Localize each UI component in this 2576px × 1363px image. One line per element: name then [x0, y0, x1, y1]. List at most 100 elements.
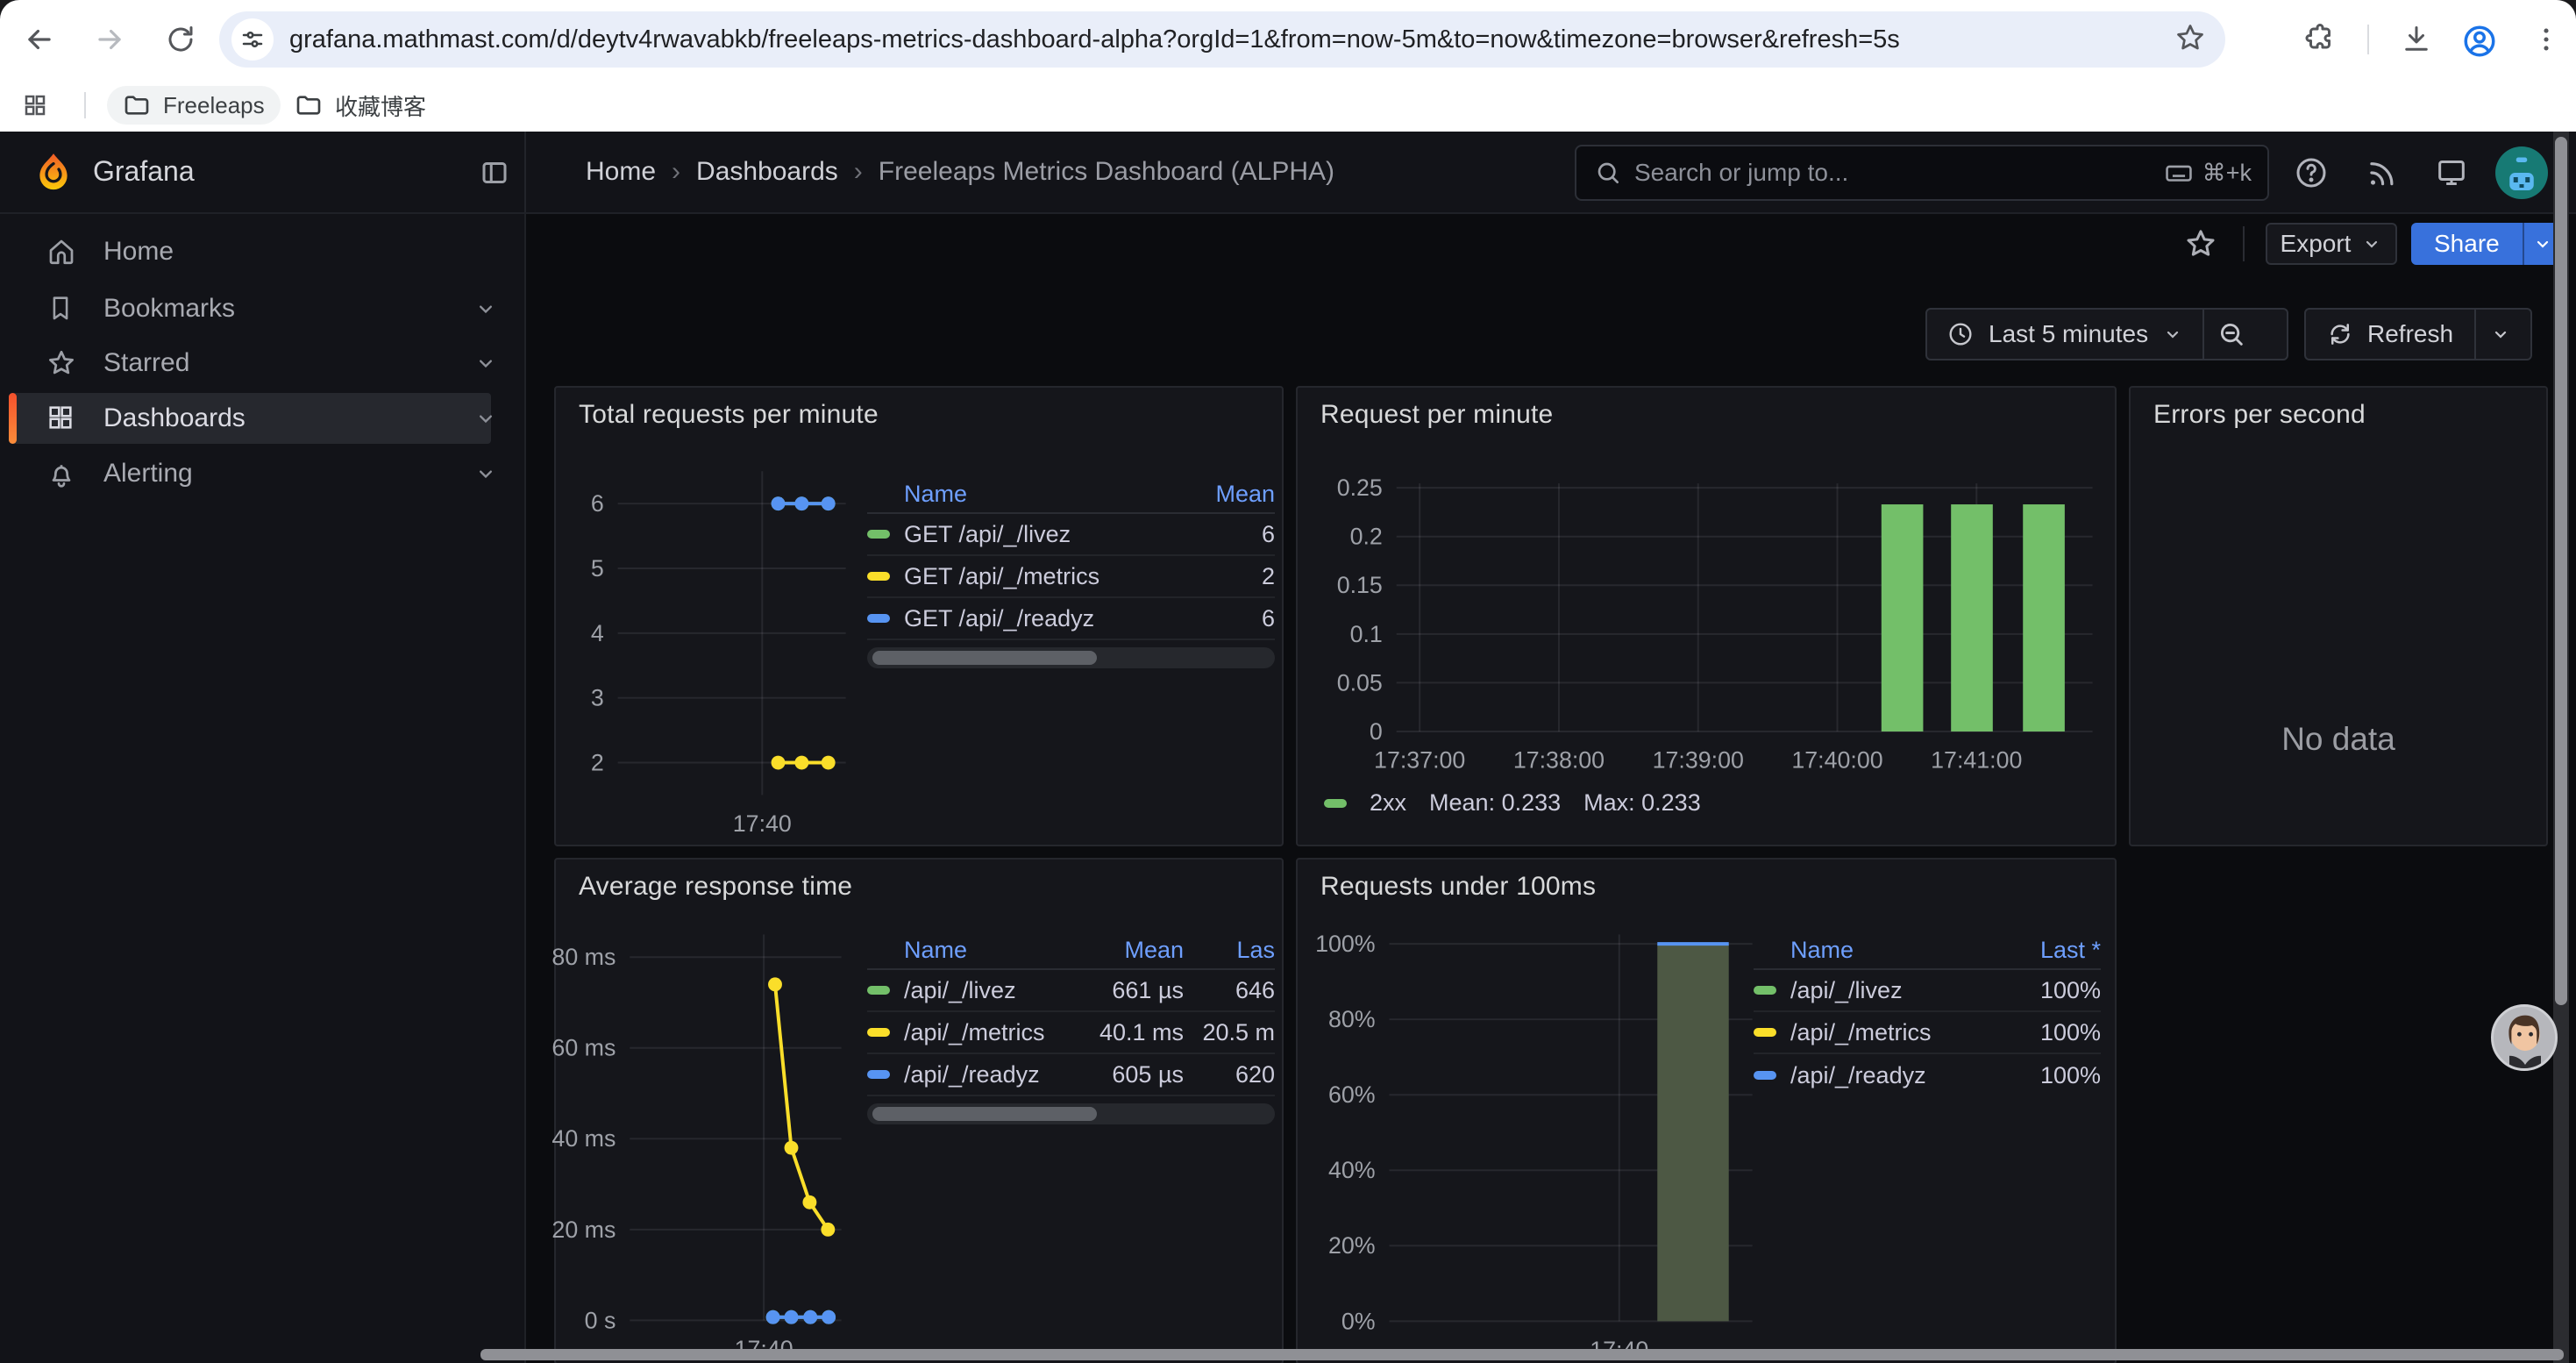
- search-placeholder: Search or jump to...: [1634, 159, 2164, 187]
- bookmark-star-icon[interactable]: [2174, 22, 2206, 58]
- grafana-logo-icon[interactable]: [32, 151, 75, 195]
- grafana-app: Grafana Home › Dashboards › Freeleaps Me…: [0, 132, 2576, 1363]
- scrollbar-thumb[interactable]: [872, 651, 1097, 665]
- rss-news-icon[interactable]: [2353, 132, 2409, 214]
- back-button[interactable]: [22, 22, 57, 57]
- search-input[interactable]: Search or jump to... ⌘+k: [1575, 145, 2269, 201]
- panel-request-per-minute: Request per minute 00.050.10.150.20.2517…: [1296, 386, 2117, 846]
- legend-table: Name Mean Las /api/_/livez 661 µs 646 /a…: [867, 931, 1275, 1124]
- user-avatar[interactable]: [2495, 146, 2548, 199]
- svg-text:0%: 0%: [1341, 1308, 1376, 1334]
- sidebar-item-home[interactable]: Home: [0, 226, 526, 277]
- legend-header[interactable]: Name Mean Las: [867, 931, 1275, 970]
- legend-row[interactable]: /api/_/metrics 40.1 ms 20.5 m: [867, 1012, 1275, 1054]
- refresh-group: Refresh: [2304, 308, 2532, 360]
- sidebar-item-alerting[interactable]: Alerting: [0, 448, 526, 499]
- favorite-dashboard-star-icon[interactable]: [2180, 223, 2222, 265]
- forward-button[interactable]: [92, 22, 127, 57]
- browser-window: grafana.mathmast.com/d/deytv4rwavabkb/fr…: [0, 0, 2576, 1363]
- legend-row[interactable]: GET /api/_/metrics 2: [867, 556, 1275, 598]
- chevron-right-icon: ›: [656, 157, 696, 187]
- menu-kebab-icon[interactable]: [2529, 22, 2564, 57]
- refresh-button[interactable]: Refresh: [2367, 320, 2453, 348]
- refresh-icon: [2327, 321, 2353, 347]
- chevron-down-icon[interactable]: [473, 351, 498, 375]
- legend-row[interactable]: GET /api/_/readyz 6: [867, 598, 1275, 640]
- legend-inline[interactable]: 2xx Mean: 0.233 Max: 0.233: [1324, 789, 1701, 817]
- series-swatch: [867, 530, 890, 539]
- share-button[interactable]: Share: [2411, 223, 2561, 265]
- svg-text:17:37:00: 17:37:00: [1374, 747, 1465, 774]
- sidebar-item-starred[interactable]: Starred: [0, 338, 526, 389]
- legend-row[interactable]: /api/_/metrics 100%: [1754, 1012, 2101, 1054]
- breadcrumb-dashboards[interactable]: Dashboards: [696, 157, 838, 187]
- legend-row[interactable]: /api/_/readyz 100%: [1754, 1054, 2101, 1096]
- help-icon[interactable]: [2283, 132, 2339, 214]
- svg-text:3: 3: [591, 685, 604, 711]
- svg-text:0.05: 0.05: [1337, 669, 1383, 696]
- legend-scrollbar[interactable]: [867, 1103, 1275, 1124]
- svg-text:0 s: 0 s: [585, 1307, 616, 1333]
- profile-icon[interactable]: [2460, 22, 2499, 61]
- svg-text:20 ms: 20 ms: [551, 1217, 616, 1243]
- url-text[interactable]: grafana.mathmast.com/d/deytv4rwavabkb/fr…: [289, 25, 2174, 54]
- apps-grid-icon[interactable]: [19, 89, 51, 121]
- svg-text:4: 4: [591, 620, 604, 646]
- bookmarks-divider: [84, 92, 86, 118]
- scrollbar-thumb[interactable]: [2555, 137, 2567, 1005]
- monitor-icon[interactable]: [2423, 132, 2480, 214]
- folder-icon: [123, 91, 151, 119]
- svg-text:40%: 40%: [1328, 1157, 1376, 1183]
- sidebar-item-label: Bookmarks: [103, 294, 235, 324]
- bookmark-folder-blogs[interactable]: 收藏博客: [279, 86, 442, 125]
- legend-row[interactable]: GET /api/_/livez 6: [867, 514, 1275, 556]
- bookmark-icon: [46, 293, 77, 325]
- sidebar-item-dashboards[interactable]: Dashboards: [0, 393, 526, 444]
- legend-header[interactable]: Name Last *: [1754, 931, 2101, 970]
- brand-name[interactable]: Grafana: [93, 155, 195, 188]
- chevron-down-icon[interactable]: [473, 406, 498, 431]
- toolbar-divider: [2367, 25, 2369, 54]
- chevron-right-icon: ›: [838, 157, 879, 187]
- floating-assistant-avatar[interactable]: [2491, 1004, 2558, 1071]
- site-settings-icon[interactable]: [231, 18, 274, 61]
- legend-row[interactable]: /api/_/livez 661 µs 646: [867, 970, 1275, 1012]
- chevron-down-icon: [2361, 233, 2382, 254]
- sidebar: Home Bookmarks Starred Dashboards Alerti: [0, 214, 526, 1363]
- svg-text:17:41:00: 17:41:00: [1931, 747, 2022, 774]
- legend-header[interactable]: Name Mean: [867, 475, 1275, 514]
- legend-scrollbar[interactable]: [867, 647, 1275, 668]
- refresh-interval-dropdown[interactable]: [2476, 308, 2525, 360]
- chevron-down-icon[interactable]: [473, 296, 498, 321]
- zoom-out-button[interactable]: [2204, 308, 2259, 360]
- url-bar[interactable]: grafana.mathmast.com/d/deytv4rwavabkb/fr…: [219, 11, 2225, 68]
- sidebar-item-bookmarks[interactable]: Bookmarks: [0, 283, 526, 334]
- scrollbar-thumb[interactable]: [872, 1107, 1097, 1121]
- bookmark-folder-freeleaps[interactable]: Freeleaps: [107, 86, 281, 125]
- series-swatch: [867, 572, 890, 581]
- export-button[interactable]: Export: [2266, 223, 2397, 265]
- breadcrumb-home[interactable]: Home: [586, 157, 656, 187]
- time-range-picker[interactable]: Last 5 minutes: [1989, 320, 2148, 348]
- chevron-down-icon[interactable]: [473, 461, 498, 486]
- vertical-scrollbar[interactable]: [2553, 132, 2569, 1363]
- svg-text:17:39:00: 17:39:00: [1653, 747, 1744, 774]
- series-swatch: [1754, 1071, 1776, 1080]
- legend-row[interactable]: /api/_/livez 100%: [1754, 970, 2101, 1012]
- panel-total-requests-per-minute: Total requests per minute 2345617:40 Nam…: [554, 386, 1284, 846]
- legend-row[interactable]: /api/_/readyz 605 µs 620: [867, 1054, 1275, 1096]
- sidebar-item-label: Dashboards: [103, 403, 246, 433]
- reload-button[interactable]: [163, 22, 198, 57]
- svg-text:17:40:00: 17:40:00: [1791, 747, 1882, 774]
- keyboard-icon: [2164, 158, 2194, 188]
- mega-menu-toggle-icon[interactable]: [477, 155, 512, 190]
- chevron-down-icon: [2162, 324, 2183, 345]
- browser-toolbar: grafana.mathmast.com/d/deytv4rwavabkb/fr…: [0, 0, 2576, 79]
- request-per-minute-chart: 00.050.10.150.20.2517:37:0017:38:0017:39…: [1298, 388, 2115, 845]
- svg-text:20%: 20%: [1328, 1232, 1376, 1259]
- extensions-icon[interactable]: [2302, 22, 2338, 57]
- download-icon[interactable]: [2399, 22, 2434, 57]
- panel-title[interactable]: Errors per second: [2153, 400, 2366, 430]
- horizontal-scrollbar[interactable]: [480, 1349, 2564, 1360]
- svg-text:0.25: 0.25: [1337, 475, 1383, 501]
